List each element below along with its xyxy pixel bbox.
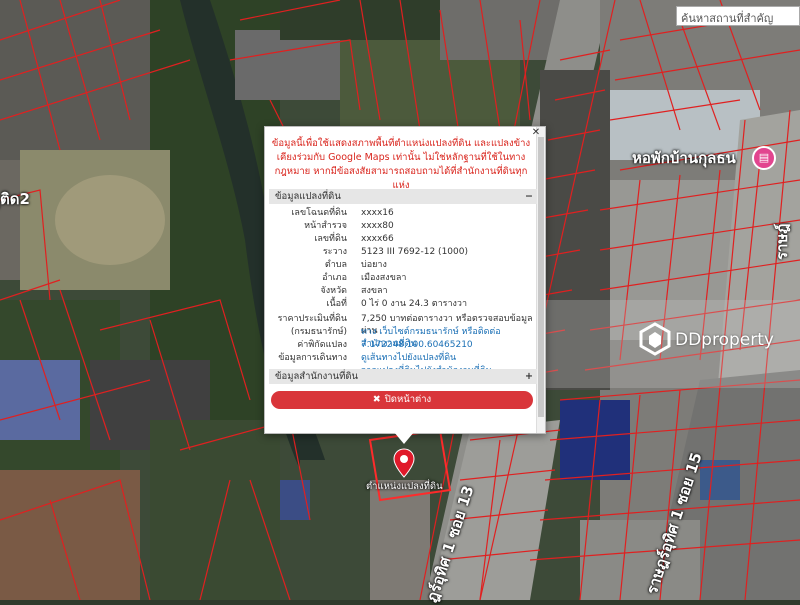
detail-key: อำเภอ (322, 273, 347, 283)
road-label: ุติด2 (0, 190, 30, 208)
detail-key: เนื้อที่ (326, 299, 347, 309)
section-office-title: ข้อมูลสำนักงานที่ดิน (275, 371, 359, 382)
scrollbar-thumb[interactable] (538, 137, 544, 417)
detail-key: เลขโฉนดที่ดิน (291, 208, 347, 218)
collapse-icon[interactable]: − (525, 189, 533, 204)
detail-key: เลขที่ดิน (314, 234, 347, 244)
popup-pointer (394, 432, 414, 444)
detail-value: 0 ไร่ 0 งาน 24.3 ตารางวา (361, 299, 468, 309)
expand-icon[interactable]: + (525, 369, 533, 384)
section-office-header[interactable]: ข้อมูลสำนักงานที่ดิน + (269, 369, 537, 384)
detail-key: ตำบล (324, 260, 347, 270)
popup-scrollbar[interactable] (536, 127, 545, 433)
disclaimer-notice: ข้อมูลนี้เพื่อใช้แสดงสภาพพื้นที่ตำแหน่งแ… (271, 138, 531, 191)
detail-key: หน้าสำรวจ (304, 221, 347, 231)
detail-key: ข้อมูลการเดินทาง (278, 353, 347, 363)
close-icon: ✖ (372, 394, 381, 405)
detail-value: xxxx80 (361, 221, 394, 231)
marker-label: ตำแหน่งแปลงที่ดิน (366, 481, 443, 492)
detail-key: ค่าพิกัดแปลง (297, 340, 347, 350)
detail-value: xxxx16 (361, 208, 394, 218)
section-parcel-title: ข้อมูลแปลงที่ดิน (275, 191, 341, 202)
detail-value: xxxx66 (361, 234, 394, 244)
ddproperty-logo-icon (639, 322, 671, 356)
detail-key: ระวาง (322, 247, 347, 257)
detail-value: สงขลา (361, 286, 388, 296)
close-button-label: ปิดหน้าต่าง (384, 394, 432, 405)
close-window-button[interactable]: ✖ ปิดหน้าต่าง (271, 391, 533, 409)
parcel-info-popup: ✕ ข้อมูลนี้เพื่อใช้แสดงสภาพพื้นที่ตำแหน่… (264, 126, 546, 434)
bed-icon[interactable]: ▤ (752, 146, 776, 170)
coordinates-link[interactable]: 7.172248,100.60465210 (361, 339, 537, 351)
detail-key: (กรมธนารักษ์) (290, 327, 347, 337)
poi-label[interactable]: หอพักบ้านกุลธน (632, 146, 736, 170)
search-input[interactable]: ค้นหาสถานที่สำคัญ (676, 6, 800, 26)
detail-value: บ่อยาง (361, 260, 387, 270)
map-pin-icon[interactable] (393, 448, 415, 478)
detail-key: จังหวัด (320, 286, 348, 296)
detail-value: 5123 III 7692-12 (1000) (361, 247, 468, 257)
detail-value: เมืองสงขลา (361, 273, 407, 283)
section-parcel-header[interactable]: ข้อมูลแปลงที่ดิน − (269, 189, 537, 204)
road-label: ราษฎ์ (773, 223, 791, 260)
watermark-text: DDproperty (675, 330, 774, 350)
detail-key: ราคาประเมินที่ดิน (277, 314, 347, 324)
directions-link[interactable]: ดูเส้นทางไปยังแปลงที่ดิน (361, 352, 537, 364)
